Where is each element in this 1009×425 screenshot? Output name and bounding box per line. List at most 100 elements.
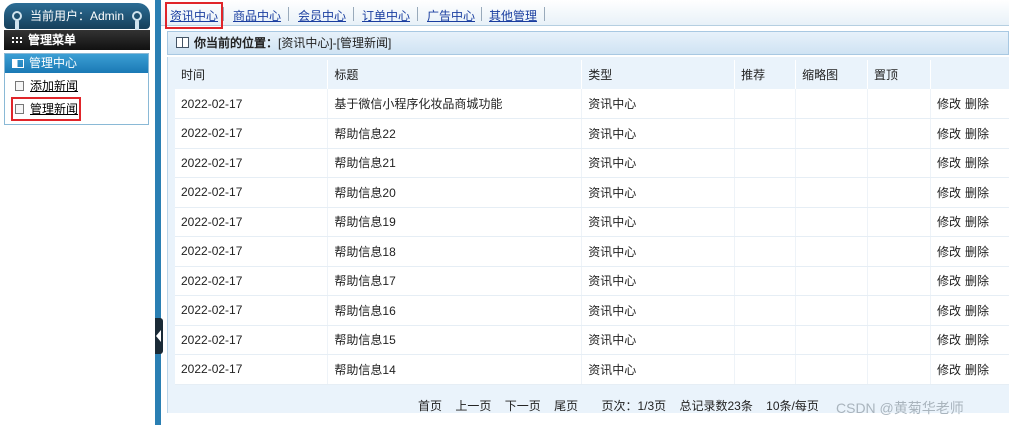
cell-type: 资讯中心 bbox=[581, 236, 736, 267]
next-page-link[interactable]: 下一页 bbox=[505, 399, 541, 413]
last-page-link[interactable]: 尾页 bbox=[554, 399, 578, 413]
sidebar: 当前用户：Admin 管理菜单 管理中心 添加新闻 管理新闻 bbox=[0, 0, 155, 425]
nav-divider bbox=[165, 7, 166, 21]
edit-link[interactable]: 修改 bbox=[937, 304, 961, 318]
menu-group-header[interactable]: 管理中心 bbox=[5, 54, 148, 73]
tab-news-center[interactable]: 资讯中心 bbox=[164, 2, 224, 29]
watermark: CSDN @黄菊华老师 bbox=[836, 400, 964, 416]
cell-thumbnail bbox=[795, 325, 869, 355]
nav-divider bbox=[288, 7, 289, 21]
delete-link[interactable]: 删除 bbox=[965, 245, 989, 259]
tab-product-center[interactable]: 商品中心 bbox=[233, 7, 281, 24]
cell-recommend bbox=[734, 207, 797, 237]
cell-thumbnail bbox=[795, 118, 869, 149]
tab-member-center[interactable]: 会员中心 bbox=[298, 7, 346, 24]
cell-actions: 修改 删除 bbox=[930, 295, 1009, 326]
book-icon bbox=[176, 37, 189, 48]
menu-group-title: 管理中心 bbox=[29, 56, 78, 70]
tab-order-center[interactable]: 订单中心 bbox=[362, 7, 410, 24]
breadcrumb: 你当前的位置：[资讯中心]-[管理新闻] bbox=[167, 31, 1009, 55]
cell-recommend bbox=[734, 118, 797, 149]
cell-thumbnail bbox=[795, 236, 869, 267]
edit-link[interactable]: 修改 bbox=[937, 245, 961, 259]
document-icon bbox=[15, 104, 24, 114]
table-row: 2022-02-17 帮助信息20 资讯中心 修改 删除 bbox=[175, 177, 1009, 208]
tab-ad-center[interactable]: 广告中心 bbox=[427, 7, 475, 24]
cell-title: 帮助信息22 bbox=[327, 118, 583, 149]
delete-link[interactable]: 删除 bbox=[965, 363, 989, 377]
delete-link[interactable]: 删除 bbox=[965, 215, 989, 229]
sidebar-item-add-news[interactable]: 添加新闻 bbox=[14, 77, 78, 95]
cell-time: 2022-02-17 bbox=[175, 354, 329, 385]
cell-thumbnail bbox=[795, 295, 869, 326]
tab-other-management[interactable]: 其他管理 bbox=[489, 7, 537, 24]
delete-link[interactable]: 删除 bbox=[965, 127, 989, 141]
edit-link[interactable]: 修改 bbox=[937, 156, 961, 170]
document-icon bbox=[15, 81, 24, 91]
sidebar-splitter[interactable] bbox=[155, 0, 161, 425]
cell-title: 帮助信息20 bbox=[327, 177, 583, 208]
cell-type: 资讯中心 bbox=[581, 118, 736, 149]
sidebar-item-label: 添加新闻 bbox=[30, 79, 79, 93]
cell-pinned bbox=[867, 177, 931, 208]
sidebar-item-manage-news[interactable]: 管理新闻 bbox=[10, 97, 82, 121]
edit-link[interactable]: 修改 bbox=[937, 127, 961, 141]
cell-thumbnail bbox=[795, 177, 869, 208]
nav-divider bbox=[353, 7, 354, 21]
column-header-time: 时间 bbox=[175, 60, 329, 89]
edit-link[interactable]: 修改 bbox=[937, 274, 961, 288]
column-header-thumbnail: 缩略图 bbox=[795, 60, 869, 89]
cell-recommend bbox=[734, 148, 797, 178]
cell-recommend bbox=[734, 177, 797, 208]
column-header-pinned: 置顶 bbox=[867, 60, 931, 89]
cell-title: 帮助信息17 bbox=[327, 266, 583, 296]
cell-title: 基于微信小程序化妆品商城功能 bbox=[327, 89, 583, 119]
cell-pinned bbox=[867, 266, 931, 296]
column-header-recommend: 推荐 bbox=[734, 60, 797, 89]
chevron-left-icon bbox=[156, 330, 161, 342]
column-header-title: 标题 bbox=[327, 60, 583, 89]
cell-thumbnail bbox=[795, 89, 869, 119]
column-header-actions bbox=[930, 60, 1009, 89]
cell-pinned bbox=[867, 354, 931, 385]
cell-type: 资讯中心 bbox=[581, 207, 736, 237]
delete-link[interactable]: 删除 bbox=[965, 156, 989, 170]
delete-link[interactable]: 删除 bbox=[965, 304, 989, 318]
delete-link[interactable]: 删除 bbox=[965, 186, 989, 200]
cell-type: 资讯中心 bbox=[581, 177, 736, 208]
delete-link[interactable]: 删除 bbox=[965, 97, 989, 111]
news-table: 时间 标题 类型 推荐 缩略图 置顶 2022-02-17 基于微信小程序化妆品商… bbox=[175, 60, 1009, 385]
table-row: 2022-02-17 帮助信息15 资讯中心 修改 删除 bbox=[175, 325, 1009, 355]
cell-actions: 修改 删除 bbox=[930, 325, 1009, 355]
cell-pinned bbox=[867, 148, 931, 178]
edit-link[interactable]: 修改 bbox=[937, 186, 961, 200]
nav-divider bbox=[481, 7, 482, 21]
cell-actions: 修改 删除 bbox=[930, 148, 1009, 178]
cell-time: 2022-02-17 bbox=[175, 266, 329, 296]
cell-recommend bbox=[734, 266, 797, 296]
edit-link[interactable]: 修改 bbox=[937, 363, 961, 377]
collapse-sidebar-button[interactable] bbox=[155, 318, 163, 354]
cell-type: 资讯中心 bbox=[581, 354, 736, 385]
cell-actions: 修改 删除 bbox=[930, 236, 1009, 267]
edit-link[interactable]: 修改 bbox=[937, 333, 961, 347]
prev-page-link[interactable]: 上一页 bbox=[455, 399, 491, 413]
cell-thumbnail bbox=[795, 354, 869, 385]
cell-thumbnail bbox=[795, 207, 869, 237]
cell-thumbnail bbox=[795, 148, 869, 178]
cell-time: 2022-02-17 bbox=[175, 177, 329, 208]
delete-link[interactable]: 删除 bbox=[965, 333, 989, 347]
cell-title: 帮助信息19 bbox=[327, 207, 583, 237]
cell-title: 帮助信息18 bbox=[327, 236, 583, 267]
cell-time: 2022-02-17 bbox=[175, 118, 329, 149]
cell-pinned bbox=[867, 207, 931, 237]
first-page-link[interactable]: 首页 bbox=[418, 399, 442, 413]
edit-link[interactable]: 修改 bbox=[937, 97, 961, 111]
current-user-bar: 当前用户：Admin bbox=[4, 3, 150, 32]
nav-divider bbox=[417, 7, 418, 21]
table-row: 2022-02-17 帮助信息21 资讯中心 修改 删除 bbox=[175, 148, 1009, 178]
cell-pinned bbox=[867, 89, 931, 119]
cell-type: 资讯中心 bbox=[581, 89, 736, 119]
delete-link[interactable]: 删除 bbox=[965, 274, 989, 288]
edit-link[interactable]: 修改 bbox=[937, 215, 961, 229]
